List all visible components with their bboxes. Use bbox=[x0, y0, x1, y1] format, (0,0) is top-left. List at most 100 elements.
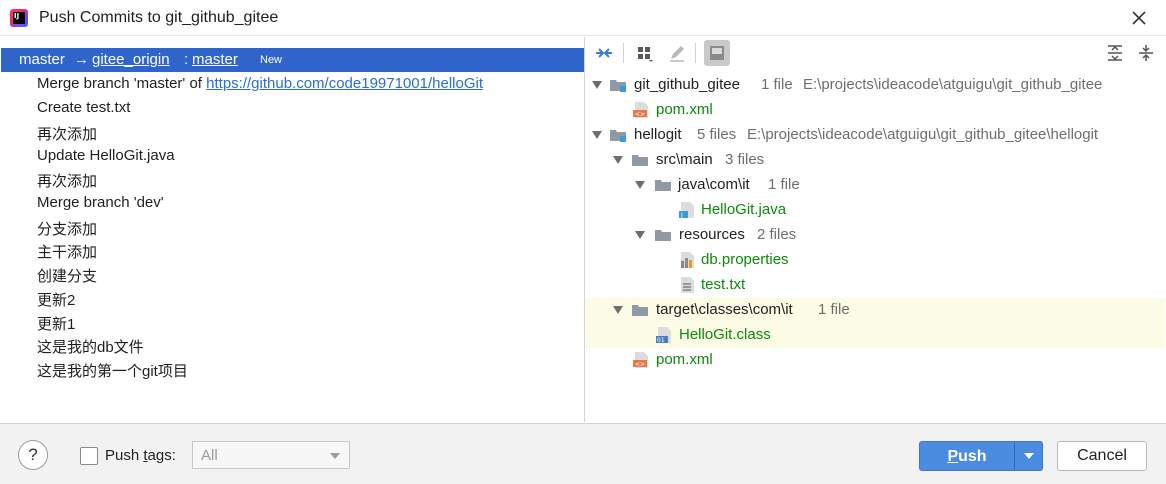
folder-icon bbox=[632, 155, 648, 166]
commit-item[interactable]: Create test.txt bbox=[37, 99, 130, 121]
merge-arrows-icon[interactable] bbox=[594, 43, 614, 63]
window-title: Push Commits to git_github_gitee bbox=[39, 9, 279, 26]
help-button[interactable]: ? bbox=[18, 440, 48, 470]
tree-module-row[interactable]: hellogit 5 files E:\projects\ideacode\at… bbox=[585, 123, 1165, 148]
tree-node-label: test.txt bbox=[701, 276, 746, 293]
module-folder-icon bbox=[610, 130, 626, 142]
commit-item[interactable]: 更新2 bbox=[37, 289, 75, 311]
title-bar: IJ Push Commits to git_github_gitee bbox=[0, 0, 1166, 36]
commit-item[interactable]: 再次添加 bbox=[37, 170, 97, 192]
tree-node-label: resources bbox=[679, 226, 745, 243]
tree-node-label: HelloGit.class bbox=[679, 326, 771, 343]
expand-triangle-icon[interactable] bbox=[592, 130, 602, 140]
tree-node-label: db.properties bbox=[701, 251, 789, 268]
commit-item[interactable]: 主干添加 bbox=[37, 241, 97, 263]
tree-node-label: java\com\it bbox=[678, 176, 750, 193]
expand-triangle-icon[interactable] bbox=[635, 180, 645, 190]
expand-all-icon[interactable] bbox=[1105, 43, 1125, 63]
intellij-logo-icon: IJ bbox=[10, 9, 28, 27]
diff-panel-icon bbox=[710, 46, 724, 60]
tree-node-label: pom.xml bbox=[656, 351, 713, 368]
tree-node-label: pom.xml bbox=[656, 101, 713, 118]
commit-item[interactable]: 创建分支 bbox=[37, 265, 97, 287]
class-file-icon: 01 bbox=[656, 327, 671, 344]
svg-text:J: J bbox=[680, 212, 683, 219]
commit-item[interactable]: Update HelloGit.java bbox=[37, 147, 175, 169]
push-button-label: Push bbox=[947, 448, 987, 465]
expand-triangle-icon[interactable] bbox=[613, 155, 623, 165]
new-badge: New bbox=[260, 54, 283, 66]
push-button[interactable]: Push bbox=[919, 441, 1043, 471]
tree-node-label: hellogit bbox=[634, 126, 682, 143]
tree-node-label: HelloGit.java bbox=[701, 201, 787, 218]
diff-panel-toggle[interactable] bbox=[704, 40, 730, 66]
chevron-down-icon bbox=[1024, 453, 1034, 459]
commits-panel: master → gitee_origin : master New Merge… bbox=[1, 37, 584, 422]
xml-file-icon: <> bbox=[633, 352, 648, 368]
file-count: 3 files bbox=[725, 151, 765, 168]
svg-text:<>: <> bbox=[635, 111, 645, 118]
tree-module-row[interactable]: git_github_gitee 1 file E:\projects\idea… bbox=[585, 73, 1165, 98]
tree-folder-row[interactable]: target\classes\com\it 1 file bbox=[585, 298, 1165, 323]
file-count: 5 files bbox=[697, 126, 737, 143]
commit-item[interactable]: 分支添加 bbox=[37, 218, 97, 240]
folder-icon bbox=[632, 305, 648, 316]
commit-item[interactable]: 这是我的db文件 bbox=[37, 336, 144, 358]
svg-text:<>: <> bbox=[635, 361, 645, 368]
tree-node-label: target\classes\com\it bbox=[656, 301, 793, 318]
tree-file-row[interactable]: 01 HelloGit.class bbox=[585, 323, 1165, 348]
branch-arrow: → bbox=[74, 51, 89, 68]
remote-name-link[interactable]: gitee_origin bbox=[92, 51, 170, 68]
commit-item[interactable]: Merge branch 'dev' bbox=[37, 194, 164, 216]
file-count: 2 files bbox=[757, 226, 797, 243]
push-button-separator bbox=[1014, 442, 1015, 470]
tree-file-row[interactable]: <> pom.xml bbox=[585, 348, 1165, 373]
expand-triangle-icon[interactable] bbox=[613, 305, 623, 315]
dialog-footer: ? Push tags: All Push Cancel bbox=[0, 423, 1166, 484]
xml-file-icon: <> bbox=[633, 102, 648, 118]
tags-select[interactable]: All bbox=[192, 441, 350, 469]
collapse-all-icon[interactable] bbox=[1136, 43, 1156, 63]
file-count: 1 file bbox=[761, 76, 793, 93]
tree-file-row[interactable]: test.txt bbox=[585, 273, 1165, 298]
expand-triangle-icon[interactable] bbox=[592, 80, 602, 90]
tree-folder-row[interactable]: src\main 3 files bbox=[585, 148, 1165, 173]
tree-file-row[interactable]: db.properties bbox=[585, 248, 1165, 273]
properties-file-icon bbox=[681, 252, 694, 268]
tree-file-row[interactable]: J HelloGit.java bbox=[585, 198, 1165, 223]
folder-icon bbox=[655, 230, 671, 241]
tree-folder-row[interactable]: java\com\it 1 file bbox=[585, 173, 1165, 198]
expand-triangle-icon[interactable] bbox=[635, 230, 645, 240]
commit-link[interactable]: https://github.com/code19971001/helloGit bbox=[206, 75, 483, 92]
cancel-button[interactable]: Cancel bbox=[1057, 441, 1147, 471]
tree-node-label: git_github_gitee bbox=[634, 76, 740, 93]
commit-item[interactable]: 这是我的第一个git项目 bbox=[37, 360, 188, 382]
file-count: 1 file bbox=[818, 301, 850, 318]
text-file-icon bbox=[681, 277, 694, 293]
remote-branch-link[interactable]: master bbox=[192, 51, 238, 68]
tree-file-row[interactable]: <> pom.xml bbox=[585, 98, 1165, 123]
push-options-dropdown[interactable] bbox=[1017, 442, 1042, 470]
file-count: 1 file bbox=[768, 176, 800, 193]
group-by-icon[interactable] bbox=[635, 43, 655, 63]
changes-panel: git_github_gitee 1 file E:\projects\idea… bbox=[585, 37, 1165, 422]
commit-item[interactable]: Merge branch 'master' of https://github.… bbox=[37, 75, 483, 97]
tree-folder-row[interactable]: resources 2 files bbox=[585, 223, 1165, 248]
push-tags-checkbox[interactable] bbox=[80, 447, 98, 465]
local-branch: master bbox=[19, 51, 65, 68]
tags-select-value: All bbox=[201, 447, 218, 464]
toolbar-separator bbox=[695, 43, 696, 63]
toolbar-separator bbox=[623, 43, 624, 63]
commit-item[interactable]: 更新1 bbox=[37, 313, 75, 335]
edit-icon[interactable] bbox=[667, 43, 687, 63]
folder-icon bbox=[655, 180, 671, 191]
module-path: E:\projects\ideacode\atguigu\git_github_… bbox=[747, 126, 1099, 143]
close-icon[interactable] bbox=[1129, 8, 1149, 28]
branch-push-row[interactable]: master → gitee_origin : master New bbox=[1, 48, 584, 72]
java-file-icon: J bbox=[679, 202, 694, 219]
commit-item[interactable]: 再次添加 bbox=[37, 123, 97, 145]
module-folder-icon bbox=[610, 80, 626, 92]
svg-text:01: 01 bbox=[657, 337, 665, 344]
module-path: E:\projects\ideacode\atguigu\git_github_… bbox=[803, 76, 1103, 93]
branch-colon: : bbox=[184, 51, 189, 68]
